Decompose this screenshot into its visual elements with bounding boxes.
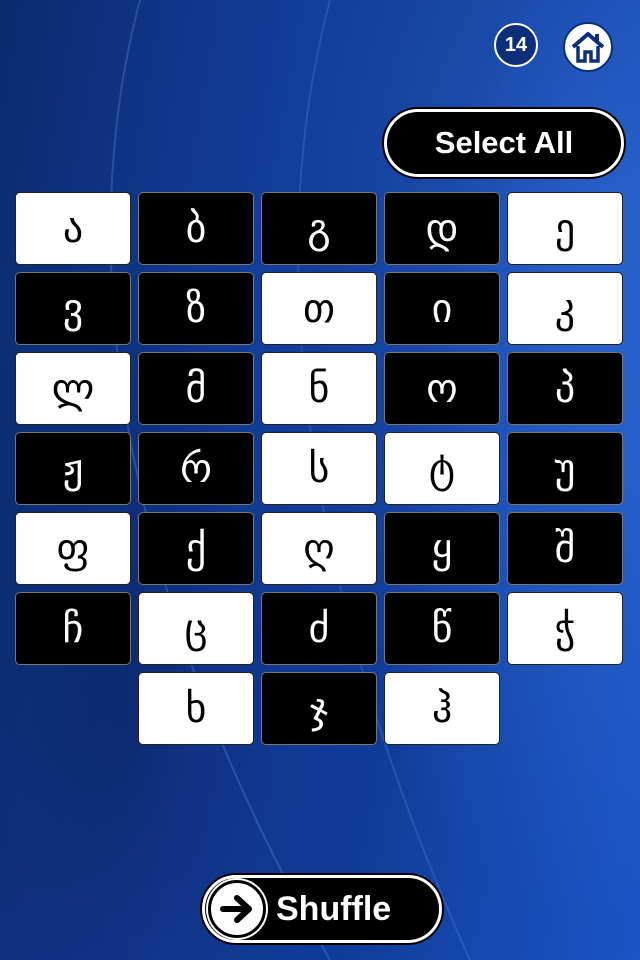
letter-tile[interactable]: ჯ — [261, 672, 377, 745]
letter-tile[interactable]: ხ — [138, 672, 254, 745]
letter-tile[interactable]: რ — [138, 432, 254, 505]
letter-tile[interactable]: ლ — [15, 352, 131, 425]
letter-tile[interactable]: ა — [15, 192, 131, 265]
letter-tile[interactable]: ს — [261, 432, 377, 505]
letter-tile[interactable]: პ — [507, 352, 623, 425]
letter-tile[interactable]: ჰ — [384, 672, 500, 745]
letter-tile[interactable]: თ — [261, 272, 377, 345]
letter-tile[interactable]: ფ — [15, 512, 131, 585]
letter-tile[interactable]: ც — [138, 592, 254, 665]
letter-tile[interactable]: ტ — [384, 432, 500, 505]
letter-tile[interactable]: ო — [384, 352, 500, 425]
count-badge: 14 — [494, 23, 538, 67]
letter-tile[interactable]: უ — [507, 432, 623, 505]
letter-tile[interactable]: ჭ — [507, 592, 623, 665]
letter-tile[interactable]: ი — [384, 272, 500, 345]
letter-tile[interactable]: ე — [507, 192, 623, 265]
letter-tile[interactable]: ჟ — [15, 432, 131, 505]
letter-tile[interactable]: ვ — [15, 272, 131, 345]
shuffle-label: Shuffle — [276, 889, 392, 928]
letter-tile[interactable]: მ — [138, 352, 254, 425]
arrow-right-icon — [208, 880, 266, 938]
letter-tile[interactable]: ზ — [138, 272, 254, 345]
select-all-button[interactable]: Select All — [384, 109, 624, 177]
letter-tile[interactable]: ყ — [384, 512, 500, 585]
letter-tile[interactable]: გ — [261, 192, 377, 265]
letter-tile[interactable]: ღ — [261, 512, 377, 585]
letter-tile[interactable]: ძ — [261, 592, 377, 665]
letter-tile[interactable]: ჩ — [15, 592, 131, 665]
letter-tile[interactable]: კ — [507, 272, 623, 345]
letter-tile[interactable]: ქ — [138, 512, 254, 585]
letter-tile[interactable]: წ — [384, 592, 500, 665]
letter-tile[interactable]: ბ — [138, 192, 254, 265]
letter-tile[interactable]: ნ — [261, 352, 377, 425]
home-button[interactable] — [563, 22, 613, 72]
letter-tile[interactable]: დ — [384, 192, 500, 265]
letter-tile[interactable]: შ — [507, 512, 623, 585]
shuffle-button[interactable]: Shuffle — [202, 875, 442, 943]
home-icon — [571, 32, 605, 63]
